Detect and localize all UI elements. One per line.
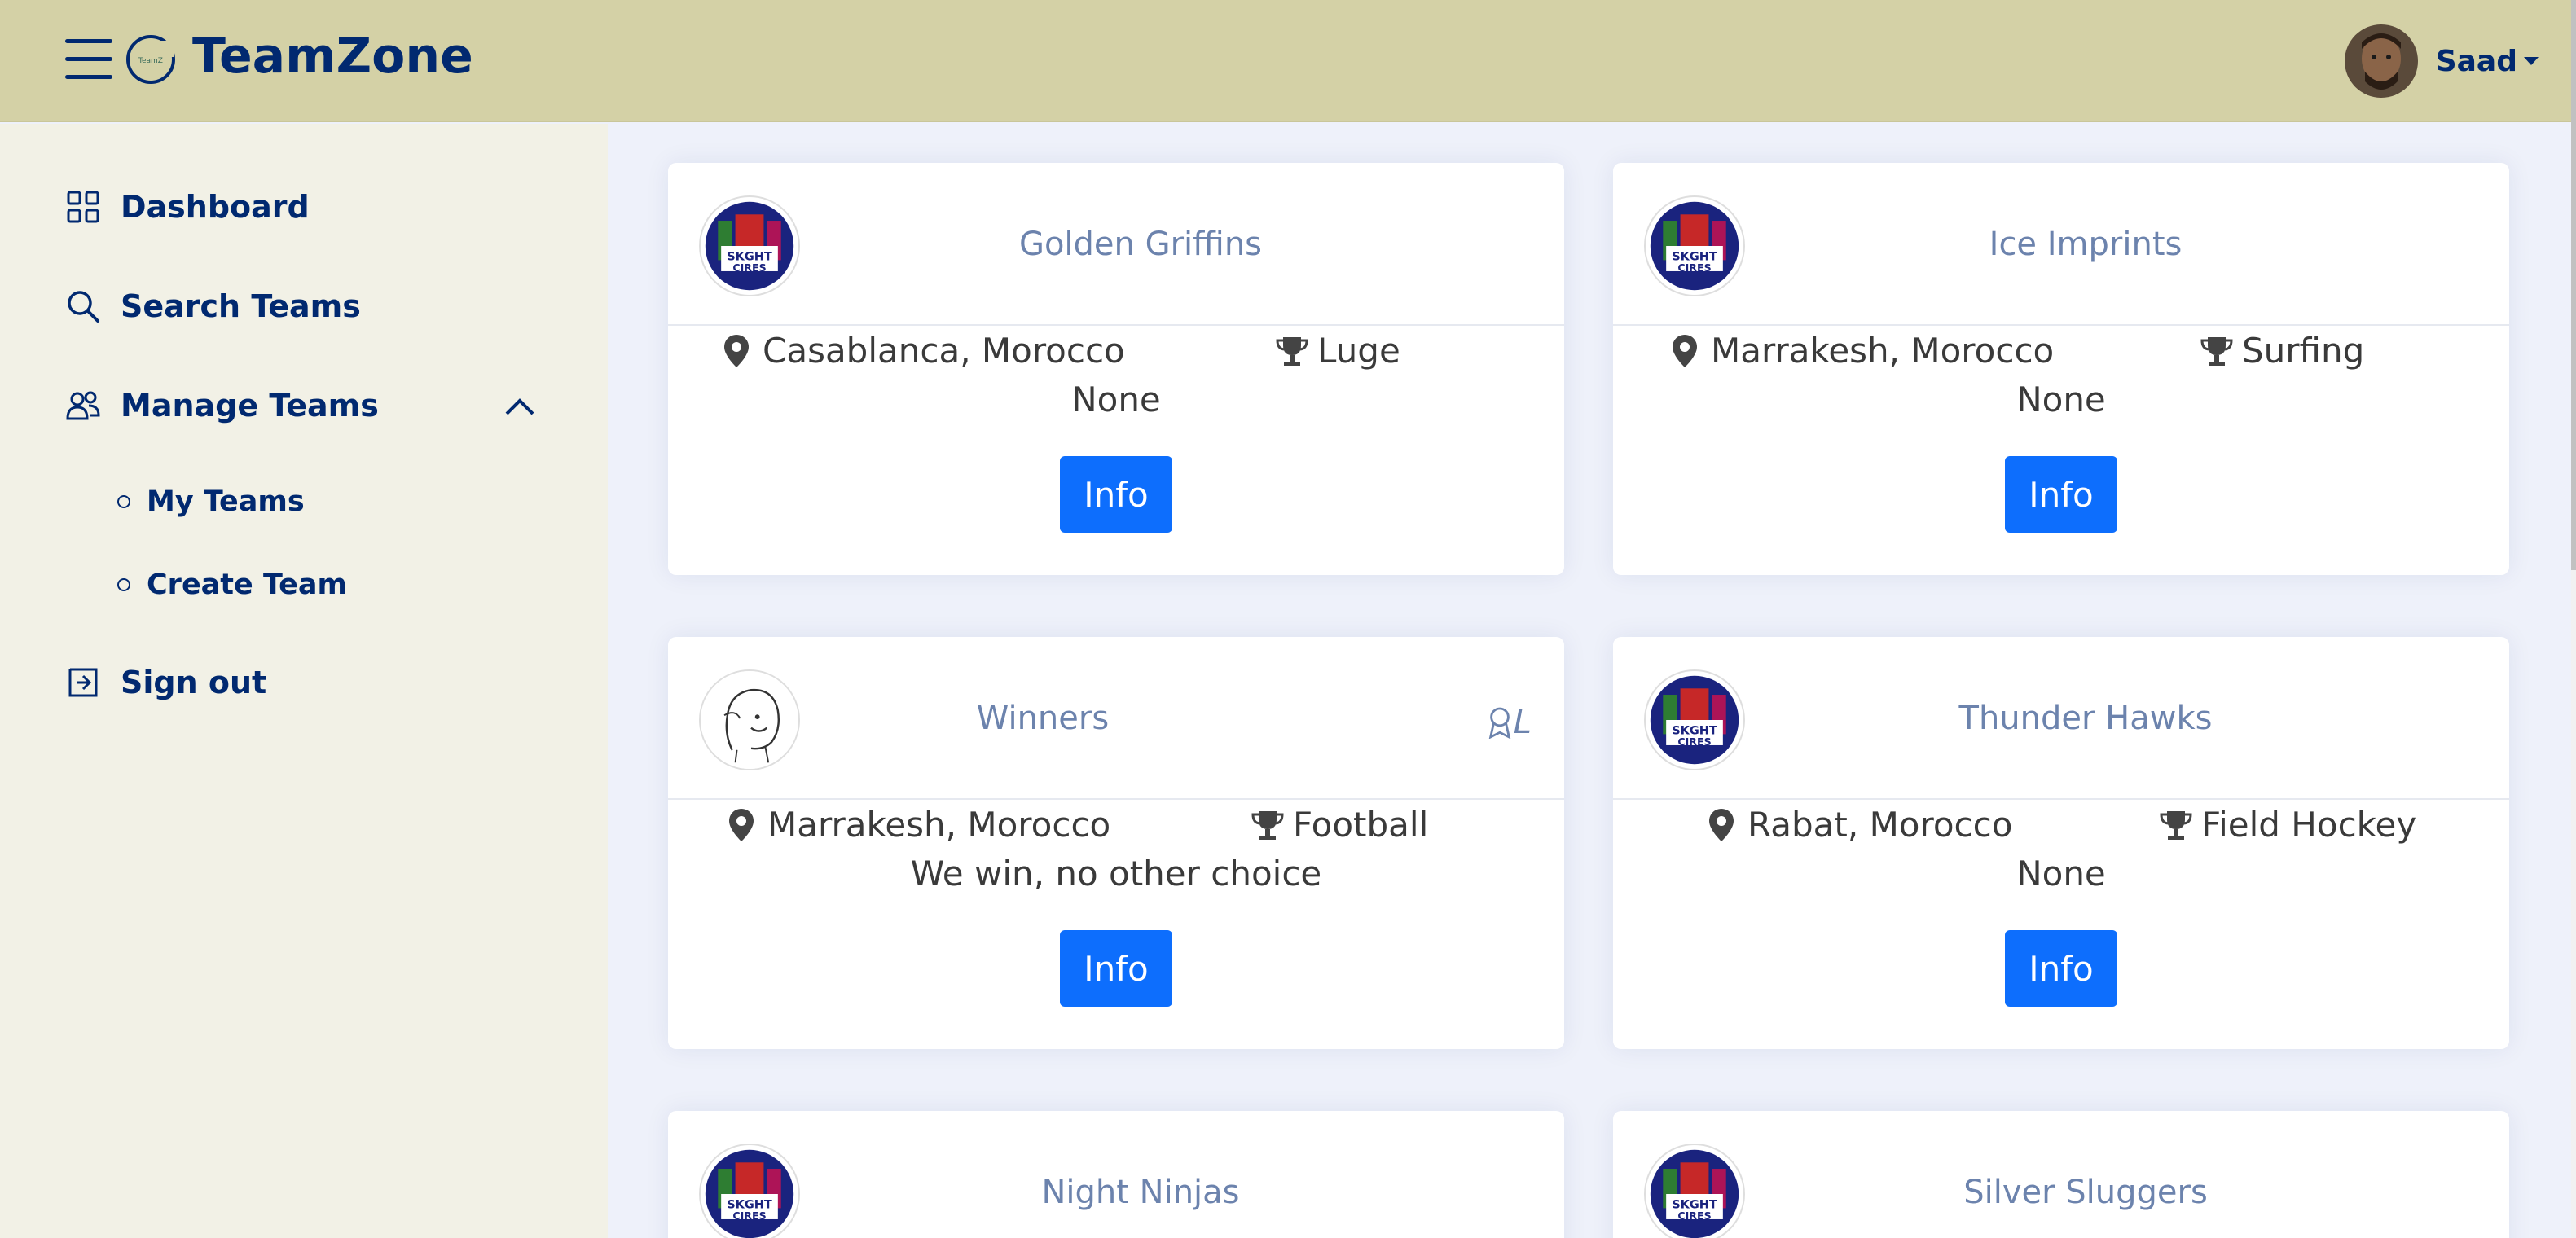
user-profile-dropdown[interactable]: Saad xyxy=(2344,24,2539,98)
sidebar-item-label: Search Teams xyxy=(121,288,361,324)
bullet-icon xyxy=(117,578,130,591)
chevron-up-icon[interactable] xyxy=(502,394,538,419)
location-pin-icon xyxy=(1673,334,1697,367)
sidebar-item-label: Manage Teams xyxy=(121,388,379,424)
team-location: Rabat, Morocco xyxy=(1707,805,2012,845)
brand-logo-icon: TeamZ xyxy=(126,35,175,84)
location-text: Casablanca, Morocco xyxy=(763,331,1125,371)
location-pin-icon xyxy=(724,334,749,367)
team-card: SKGHT CIRES Night Ninjas xyxy=(668,1111,1564,1238)
team-name[interactable]: Silver Sluggers xyxy=(1613,1111,2509,1238)
team-name[interactable]: Thunder Hawks xyxy=(1613,637,2509,800)
team-description: None xyxy=(2016,380,2106,419)
trophy-icon xyxy=(2200,336,2233,366)
card-header: SKGHT CIRES Thunder Hawks xyxy=(1613,637,2509,800)
team-card: SKGHT CIRES Silver Sluggers xyxy=(1613,1111,2509,1238)
team-name[interactable]: Winners xyxy=(668,637,1564,800)
page-scrollbar[interactable] xyxy=(2571,0,2576,1238)
avatar xyxy=(2344,24,2418,98)
sidebar-item-sign-out[interactable]: Sign out xyxy=(65,665,266,700)
location-text: Rabat, Morocco xyxy=(1747,805,2013,845)
svg-text:TeamZ: TeamZ xyxy=(138,57,163,65)
caret-down-icon xyxy=(2524,57,2539,65)
team-sport: Luge xyxy=(1275,331,1400,371)
scrollbar-thumb[interactable] xyxy=(2571,0,2576,570)
sidebar-item-search-teams[interactable]: Search Teams xyxy=(65,288,361,324)
team-sport: Football xyxy=(1251,805,1428,845)
card-header: Winners L xyxy=(668,637,1564,800)
sidebar-item-dashboard[interactable]: Dashboard xyxy=(65,189,310,225)
team-description: We win, no other choice xyxy=(910,854,1322,893)
card-header: SKGHT CIRES Golden Griffins xyxy=(668,163,1564,326)
brand-title[interactable]: TeamZone xyxy=(192,28,473,85)
location-text: Marrakesh, Morocco xyxy=(1711,331,2055,371)
location-pin-icon xyxy=(729,808,754,841)
top-header: TeamZ TeamZone Saad xyxy=(0,0,2571,122)
sidebar-subitem-label: Create Team xyxy=(147,569,348,601)
sport-text: Surfing xyxy=(2242,331,2365,371)
info-button[interactable]: Info xyxy=(1060,930,1172,1007)
location-pin-icon xyxy=(1709,808,1734,841)
sport-text: Field Hockey xyxy=(2201,805,2417,845)
award-badge: L xyxy=(1486,704,1532,741)
card-header: SKGHT CIRES Ice Imprints xyxy=(1613,163,2509,326)
sidebar-subitem-my-teams[interactable]: My Teams xyxy=(117,485,305,518)
sport-text: Luge xyxy=(1317,331,1400,371)
trophy-icon xyxy=(1251,810,1284,840)
search-icon xyxy=(68,291,99,323)
team-sport: Surfing xyxy=(2200,331,2364,371)
user-name: Saad xyxy=(2435,44,2517,78)
team-description: None xyxy=(2016,854,2106,893)
card-body: Casablanca, Morocco Luge None Info xyxy=(668,326,1564,575)
info-button[interactable]: Info xyxy=(2005,930,2117,1007)
team-description: None xyxy=(1071,380,1161,419)
badge-text: L xyxy=(1513,704,1532,741)
award-icon xyxy=(1488,707,1510,739)
location-text: Marrakesh, Morocco xyxy=(767,805,1111,845)
bullet-icon xyxy=(117,495,130,508)
sidebar-subitem-create-team[interactable]: Create Team xyxy=(117,569,347,601)
card-body: Marrakesh, Morocco Surfing None Info xyxy=(1613,326,2509,575)
trophy-icon xyxy=(1276,336,1308,366)
sidebar-item-manage-teams[interactable]: Manage Teams xyxy=(65,388,379,424)
sidebar-item-label: Dashboard xyxy=(121,189,310,225)
card-body: Marrakesh, Morocco Football We win, no o… xyxy=(668,800,1564,1049)
sign-out-icon xyxy=(68,668,98,697)
people-icon xyxy=(66,391,100,420)
team-name[interactable]: Ice Imprints xyxy=(1613,163,2509,326)
team-sport: Field Hockey xyxy=(2159,805,2416,845)
team-name[interactable]: Night Ninjas xyxy=(668,1111,1564,1238)
team-card: SKGHT CIRES Thunder Hawks Rabat, Morocco… xyxy=(1613,637,2509,1049)
team-card: SKGHT CIRES Ice Imprints Marrakesh, Moro… xyxy=(1613,163,2509,575)
card-header: SKGHT CIRES Night Ninjas xyxy=(668,1111,1564,1238)
card-body: Rabat, Morocco Field Hockey None Info xyxy=(1613,800,2509,1049)
team-card: Winners L Marrakesh, Morocco Football We… xyxy=(668,637,1564,1049)
team-name[interactable]: Golden Griffins xyxy=(668,163,1564,326)
team-card: SKGHT CIRES Golden Griffins Casablanca, … xyxy=(668,163,1564,575)
menu-toggle-icon[interactable] xyxy=(65,39,114,83)
card-header: SKGHT CIRES Silver Sluggers xyxy=(1613,1111,2509,1238)
sidebar-subitem-label: My Teams xyxy=(147,485,305,518)
sport-text: Football xyxy=(1293,805,1429,845)
trophy-icon xyxy=(2160,810,2192,840)
info-button[interactable]: Info xyxy=(2005,456,2117,533)
sidebar-item-label: Sign out xyxy=(121,665,267,700)
team-location: Casablanca, Morocco xyxy=(722,331,1125,371)
info-button[interactable]: Info xyxy=(1060,456,1172,533)
team-location: Marrakesh, Morocco xyxy=(727,805,1110,845)
team-location: Marrakesh, Morocco xyxy=(1670,331,2054,371)
grid-icon xyxy=(67,191,99,223)
